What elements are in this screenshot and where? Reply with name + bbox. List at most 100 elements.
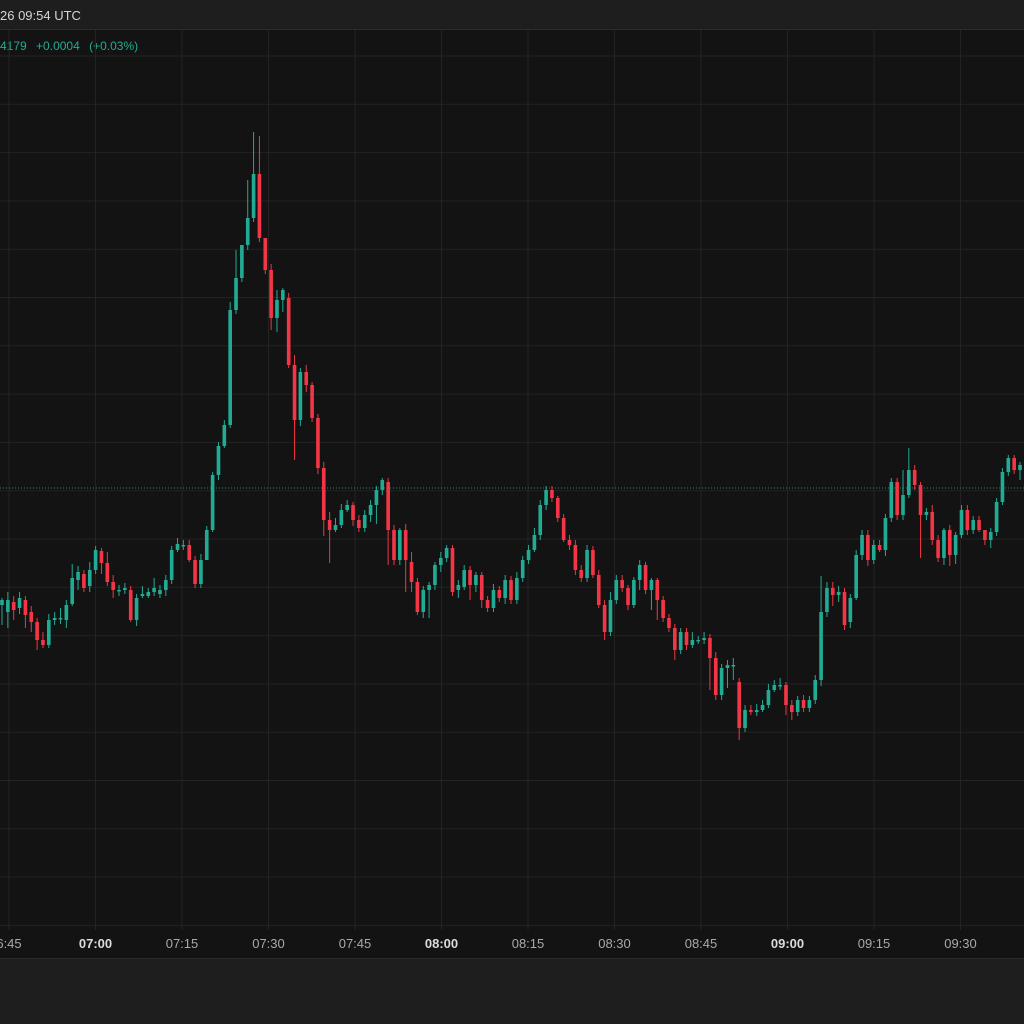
- candle-body-down: [749, 710, 753, 712]
- candle-body-up: [1000, 472, 1005, 502]
- candle-body-down: [912, 470, 917, 485]
- candle-body-up: [760, 705, 765, 710]
- candle-body-up: [702, 638, 706, 640]
- chart-header-bar: 26 09:54 UTC: [0, 0, 1024, 30]
- candle-body-down: [673, 628, 677, 650]
- candle-body-down: [977, 520, 981, 530]
- candle-body-up: [725, 665, 730, 668]
- candle-body-down: [29, 612, 34, 622]
- candle-body-up: [134, 598, 139, 620]
- candle-body-up: [427, 585, 431, 590]
- candle-body-down: [351, 505, 355, 520]
- candle-body-down: [111, 582, 115, 590]
- candle-body-down: [23, 600, 28, 615]
- candle-body-down: [316, 418, 320, 468]
- candle-body-up: [1018, 465, 1022, 470]
- candle-body-up: [953, 535, 958, 555]
- candle-body-up: [245, 218, 250, 245]
- x-tick-label: 09:30: [944, 936, 977, 951]
- candle-body-up: [649, 580, 654, 590]
- candle-body-up: [608, 600, 613, 632]
- candle-body-up: [17, 598, 22, 608]
- candle-body-up: [754, 710, 759, 712]
- candle-body-up: [637, 565, 642, 580]
- x-tick-label: 08:15: [512, 936, 545, 951]
- candle-body-up: [240, 245, 244, 278]
- candle-body-down: [930, 512, 935, 540]
- candle-body-down: [105, 563, 110, 582]
- x-tick-label: 09:15: [858, 936, 891, 951]
- candle-body-up: [6, 600, 10, 612]
- candle-body-up: [76, 572, 80, 580]
- candle-body-down: [620, 580, 624, 588]
- candle-body-up: [152, 588, 156, 592]
- candle-body-up: [883, 518, 888, 550]
- candle-body-down: [965, 510, 970, 530]
- candle-body-up: [93, 550, 98, 570]
- candle-body-up: [848, 598, 853, 622]
- candle-body-up: [438, 558, 443, 565]
- candle-body-up: [474, 575, 478, 585]
- candle-body-down: [550, 490, 554, 498]
- candle-body-up: [421, 590, 426, 612]
- candle-body-up: [889, 482, 894, 518]
- candle-body-up: [696, 640, 701, 642]
- candle-body-down: [187, 545, 192, 560]
- candlestick-chart[interactable]: 6:45 07:00 07:15 07:30 07:45 08:00 08:15 08:30 0…: [0, 30, 1024, 958]
- candle-body-up: [807, 700, 812, 708]
- candle-body-down: [403, 530, 408, 560]
- candle-body-up: [632, 580, 636, 605]
- candle-body-up: [503, 580, 507, 598]
- candle-body-up: [52, 618, 57, 620]
- candle-body-down: [983, 530, 987, 540]
- candle-body-down: [509, 580, 513, 600]
- candle-body-up: [836, 592, 841, 595]
- candle-body-down: [561, 518, 566, 540]
- candle-body-up: [731, 665, 736, 667]
- candle-body-up: [339, 510, 344, 525]
- candle-body-up: [515, 578, 519, 600]
- candle-body-up: [380, 480, 385, 490]
- candle-body-down: [708, 638, 712, 658]
- candle-body-up: [117, 590, 121, 592]
- candle-body-down: [684, 632, 689, 645]
- candle-body-up: [526, 550, 531, 560]
- candle-body-down: [392, 530, 396, 560]
- candle-body-up: [228, 310, 232, 425]
- candle-body-up: [544, 490, 548, 505]
- candle-body-up: [743, 710, 747, 728]
- candle-body-down: [713, 658, 718, 695]
- candle-body-up: [362, 515, 367, 528]
- candle-body-down: [292, 365, 297, 420]
- candle-body-up: [772, 685, 777, 690]
- candle-body-down: [895, 482, 899, 515]
- candle-body-up: [281, 290, 285, 300]
- candle-body-up: [58, 618, 63, 620]
- candle-body-up: [298, 372, 303, 420]
- candle-body-down: [269, 270, 273, 318]
- candle-body-up: [0, 600, 4, 605]
- candle-body-up: [398, 530, 402, 560]
- candle-body-down: [573, 545, 578, 570]
- candle-body-up: [87, 570, 92, 586]
- candle-body-up: [766, 690, 771, 705]
- candle-body-down: [936, 540, 940, 558]
- candle-body-down: [11, 602, 16, 610]
- candle-body-up: [333, 525, 338, 530]
- candle-body-down: [357, 520, 361, 528]
- candle-body-up: [614, 580, 619, 600]
- candle-body-down: [310, 385, 314, 418]
- candle-body-up: [491, 590, 496, 608]
- candle-body-up: [64, 605, 69, 620]
- candle-body-up: [690, 640, 695, 645]
- candle-body-down: [99, 551, 104, 563]
- x-tick-label: 07:45: [339, 936, 372, 951]
- x-tick-label: 07:30: [252, 936, 285, 951]
- candle-body-down: [257, 174, 262, 238]
- candle-body-up: [462, 570, 467, 587]
- candle-body-down: [591, 550, 595, 575]
- candle-body-down: [567, 540, 572, 545]
- candle-body-up: [901, 495, 905, 515]
- candle-body-up: [222, 425, 227, 446]
- candle-body-down: [35, 622, 39, 640]
